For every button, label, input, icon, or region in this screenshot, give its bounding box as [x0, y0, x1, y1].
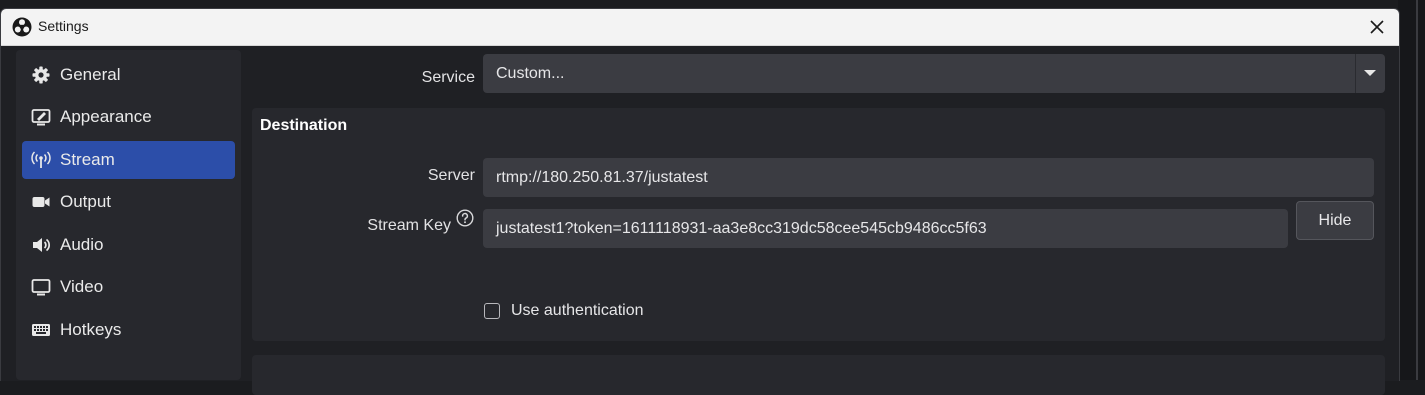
title-bar: Settings	[1, 9, 1399, 46]
sidebar-item-label: Appearance	[60, 107, 152, 126]
stream-key-input[interactable]: justatest1?token=1611118931-aa3e8cc319dc…	[483, 209, 1288, 248]
server-input[interactable]: rtmp://180.250.81.37/justatest	[483, 158, 1374, 197]
next-settings-group	[252, 355, 1385, 395]
sidebar-item-hotkeys[interactable]: Hotkeys	[22, 311, 235, 349]
service-label: Service	[421, 69, 475, 86]
use-authentication-label[interactable]: Use authentication	[511, 302, 644, 320]
camera-icon	[30, 191, 52, 213]
chevron-down-icon	[1364, 70, 1376, 76]
server-value: rtmp://180.250.81.37/justatest	[496, 168, 708, 186]
stream-key-value: justatest1?token=1611118931-aa3e8cc319dc…	[496, 219, 987, 237]
sidebar-item-video[interactable]: Video	[22, 268, 235, 306]
sidebar-item-appearance[interactable]: Appearance	[22, 98, 235, 136]
sidebar-item-audio[interactable]: Audio	[22, 226, 235, 264]
server-label: Server	[427, 167, 475, 184]
appearance-icon	[30, 106, 52, 128]
service-value: Custom...	[496, 64, 565, 82]
window-title: Settings	[38, 18, 89, 34]
gear-icon	[30, 64, 52, 86]
settings-sidebar: General Appearance Stream Output Audio V…	[16, 50, 241, 380]
monitor-icon	[30, 276, 52, 298]
sidebar-item-label: Video	[60, 277, 104, 296]
speaker-icon	[30, 234, 52, 256]
sidebar-item-stream[interactable]: Stream	[22, 141, 235, 179]
broadcast-icon	[30, 149, 52, 171]
sidebar-item-label: Hotkeys	[60, 320, 122, 339]
obs-logo-icon	[12, 17, 32, 37]
select-divider	[1355, 54, 1356, 93]
sidebar-item-label: General	[60, 65, 121, 84]
sidebar-item-label: Output	[60, 192, 112, 211]
sidebar-item-label: Audio	[60, 235, 104, 254]
stream-key-label: Stream Key	[367, 217, 451, 234]
help-icon[interactable]	[456, 209, 474, 227]
sidebar-item-general[interactable]: General	[22, 56, 235, 94]
keyboard-icon	[30, 319, 52, 341]
sidebar-item-output[interactable]: Output	[22, 183, 235, 221]
hide-button[interactable]: Hide	[1296, 201, 1374, 240]
use-authentication-checkbox[interactable]	[484, 303, 500, 319]
service-select[interactable]: Custom...	[483, 54, 1385, 93]
destination-title: Destination	[260, 117, 348, 134]
sidebar-item-label: Stream	[60, 150, 115, 169]
close-icon[interactable]	[1365, 15, 1389, 39]
background-window-edge	[1398, 0, 1425, 380]
